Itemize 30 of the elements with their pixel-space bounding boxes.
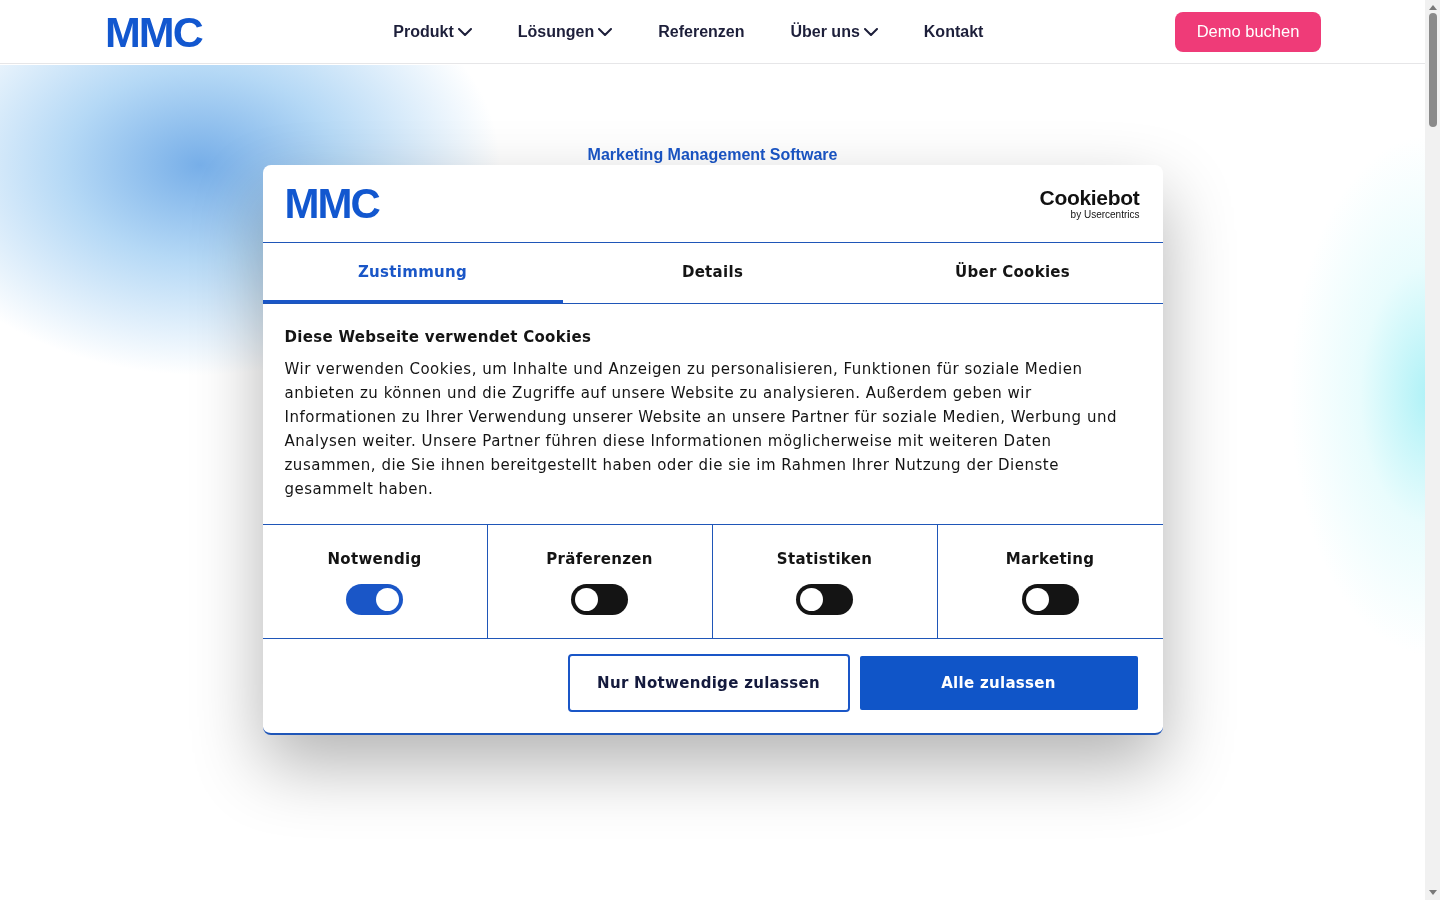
toggle-switch[interactable]: [1021, 584, 1079, 615]
toggle-switch[interactable]: [796, 584, 853, 615]
tab[interactable]: Zustimmung: [262, 243, 563, 303]
toggle-switch[interactable]: [571, 584, 628, 615]
scroll-down-icon[interactable]: [1428, 890, 1437, 895]
dialog-title: Diese Webseite verwendet Cookies: [284, 327, 593, 348]
dialog-text: Wir verwenden Cookies, um Inhalte und Anzeigen zu personalisieren, Funktionen für soziale Medien anbieten zu können und die Zugriffe auf unsere Website zu analysieren. Außerdem geben wir Informationen zu Ihrer Verwendung unserer Website an unsere Partner für soziale Medien, Werbung und Analysen weiter. Unsere Partner führen diese Informationen möglicherweise mit weiteren Daten zusammen, die Sie ihnen bereitgestellt haben oder die sie im Rahmen Ihrer Nutzung der Dienste gesammelt haben.: [284, 359, 1118, 500]
category-label: Präferenzen: [546, 549, 653, 569]
category-label: Notwendig: [327, 549, 422, 569]
brand-logo: MMC: [105, 13, 202, 50]
demo-button[interactable]: Demo buchen: [1175, 11, 1321, 52]
scrollbar[interactable]: [1425, 0, 1440, 900]
scroll-up-icon[interactable]: [1428, 5, 1437, 10]
toggle-switch[interactable]: [346, 584, 403, 615]
scrollbar-thumb[interactable]: [1428, 13, 1437, 127]
chevron-down-icon: [457, 27, 472, 36]
nav-link[interactable]: Über uns: [790, 22, 878, 41]
secondary-button[interactable]: Nur Notwendige zulassen: [567, 654, 850, 712]
nav-link[interactable]: Produkt: [393, 22, 472, 41]
category-label: Marketing: [1005, 549, 1095, 569]
hero-eyebrow: Marketing Management Software: [587, 145, 838, 165]
primary-button[interactable]: Alle zulassen: [859, 656, 1138, 710]
chevron-down-icon: [863, 27, 878, 36]
brand-logo: MMC: [284, 186, 379, 221]
provider-logo: Cookiebot by Usercentrics: [1039, 187, 1140, 220]
category-label: Statistiken: [776, 549, 873, 569]
nav-link[interactable]: Lösungen: [517, 22, 613, 41]
nav-link[interactable]: Referenzen: [658, 22, 745, 41]
chevron-down-icon: [598, 27, 613, 36]
nav-link[interactable]: Kontakt: [923, 22, 984, 41]
